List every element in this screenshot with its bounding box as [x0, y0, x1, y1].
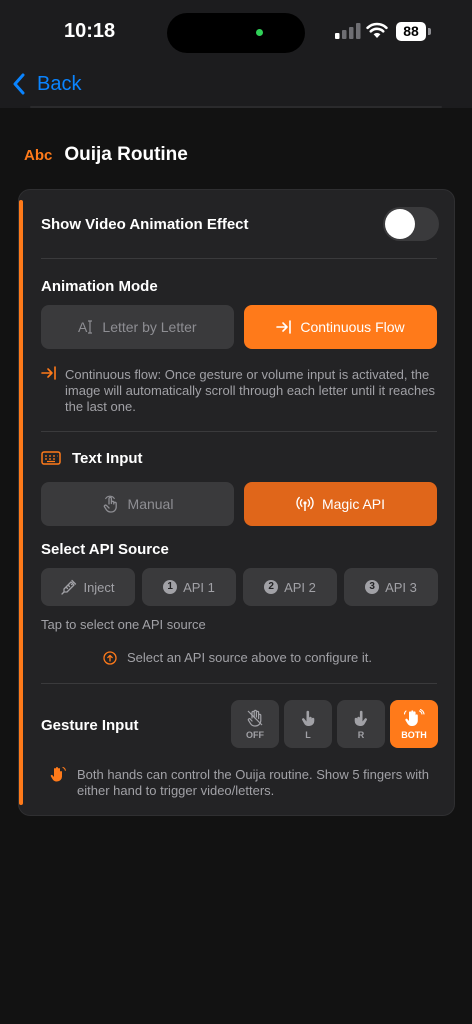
gesture-off-label: OFF: [246, 729, 264, 740]
broadcast-antenna-icon: [296, 496, 314, 511]
continuous-flow-note: Continuous flow: Once gesture or volume …: [65, 367, 435, 414]
camera-indicator-dot: [256, 29, 263, 36]
animation-mode-label: Animation Mode: [41, 278, 158, 295]
api-source-2-button[interactable]: 2 API 2: [243, 568, 337, 606]
hand-off-icon: [247, 709, 263, 727]
letter-by-letter-label: Letter by Letter: [102, 319, 197, 335]
manual-input-button[interactable]: Manual: [41, 482, 234, 526]
back-button[interactable]: Back: [12, 70, 81, 98]
api-source-inject-label: Inject: [83, 579, 115, 595]
toggle-knob: [385, 209, 415, 239]
api-configure-hint: Select an API source above to configure …: [19, 650, 454, 665]
back-label: Back: [37, 72, 82, 95]
gesture-off-button[interactable]: OFF: [231, 700, 279, 748]
waving-hands-icon: [50, 766, 66, 782]
right-hand-point-icon: [354, 710, 367, 726]
cellular-signal-icon: [335, 23, 361, 39]
magic-api-label: Magic API: [321, 496, 386, 512]
letter-by-letter-button[interactable]: A Letter by Letter: [41, 305, 234, 349]
magic-api-button[interactable]: Magic API: [244, 482, 437, 526]
manual-input-label: Manual: [127, 496, 174, 512]
number-2-icon: 2: [264, 580, 279, 594]
continuous-flow-label: Continuous Flow: [300, 319, 405, 335]
api-source-hint: Tap to select one API source: [41, 617, 206, 632]
wifi-icon: [366, 22, 388, 38]
battery-indicator: 88: [396, 22, 426, 41]
battery-nub: [428, 28, 431, 35]
api-source-2-label: API 2: [284, 579, 316, 595]
hand-tap-icon: [103, 495, 117, 513]
gesture-input-label: Gesture Input: [41, 717, 139, 734]
section-header: Abc Ouija Routine: [24, 144, 188, 166]
divider: [41, 431, 437, 432]
api-source-3-button[interactable]: 3 API 3: [344, 568, 438, 606]
arrow-up-circle-icon: [103, 650, 117, 665]
gesture-input-note: Both hands can control the Ouija routine…: [77, 767, 429, 798]
chevron-left-icon: [13, 73, 25, 95]
gesture-right-button[interactable]: R: [337, 700, 385, 748]
number-3-icon: 3: [365, 580, 380, 594]
api-source-inject-button[interactable]: Inject: [41, 568, 135, 606]
svg-text:A: A: [78, 319, 88, 335]
api-source-1-button[interactable]: 1 API 1: [142, 568, 236, 606]
status-bar: 10:18 88: [0, 0, 472, 62]
api-configure-hint-text: Select an API source above to configure …: [127, 650, 372, 665]
gesture-left-button[interactable]: L: [284, 700, 332, 748]
api-source-label: Select API Source: [41, 541, 169, 558]
text-cursor-icon: A: [78, 319, 93, 335]
continuous-flow-button[interactable]: Continuous Flow: [244, 305, 437, 349]
left-hand-point-icon: [302, 710, 315, 726]
arrow-right-to-line-icon: [276, 320, 292, 334]
arrow-right-to-line-icon: [41, 366, 56, 380]
dynamic-island: [167, 13, 305, 53]
nav-divider: [30, 106, 442, 108]
api-source-3-label: API 3: [385, 579, 417, 595]
section-title: Ouija Routine: [64, 144, 188, 165]
gesture-left-label: L: [305, 729, 311, 740]
card-accent-bar: [19, 200, 23, 805]
keyboard-icon: [41, 451, 61, 465]
number-1-icon: 1: [163, 580, 178, 594]
divider: [41, 683, 437, 684]
video-effect-toggle[interactable]: [383, 207, 439, 241]
video-effect-label: Show Video Animation Effect: [41, 216, 249, 233]
syringe-icon: [61, 579, 77, 595]
text-type-icon: Abc: [24, 146, 53, 164]
api-source-1-label: API 1: [183, 579, 215, 595]
gesture-right-label: R: [357, 729, 365, 740]
text-input-label: Text Input: [72, 450, 143, 467]
divider: [41, 258, 437, 259]
gesture-both-button[interactable]: BOTH: [390, 700, 438, 748]
status-time: 10:18: [64, 20, 116, 42]
ouija-settings-card: Show Video Animation Effect Animation Mo…: [18, 189, 455, 816]
waving-hands-icon: [403, 708, 425, 726]
gesture-both-label: BOTH: [401, 729, 427, 740]
